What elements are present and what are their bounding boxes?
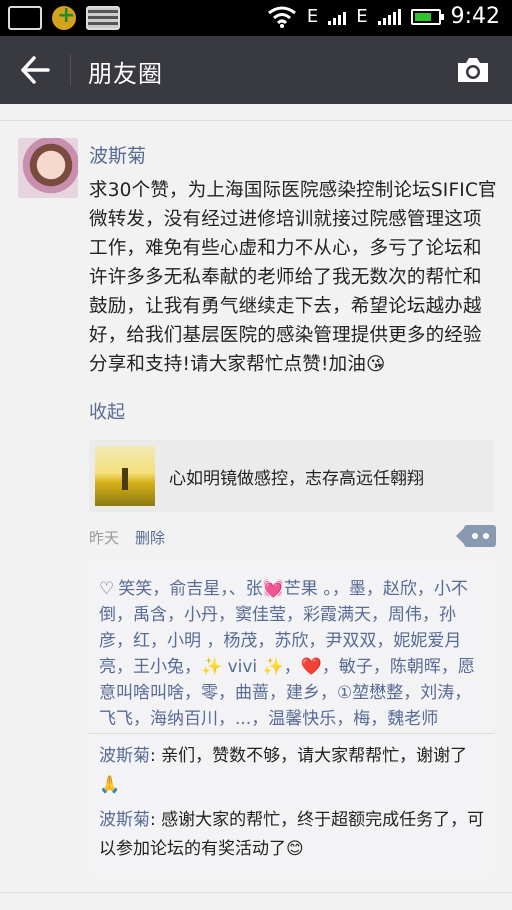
comment-menu-button[interactable] <box>456 525 496 547</box>
feedback-panel: ♡ 笑笑，俞吉星，、张💓芒果 。，墨，赵欣，小不倒，禹含，小丹，窦佳莹，彩霞满天，… <box>89 554 494 876</box>
system-indicators: E E 9:42 <box>267 4 500 29</box>
top-divider <box>0 120 512 121</box>
signal-bars-icon <box>328 9 347 25</box>
wifi-icon <box>267 6 296 28</box>
screenshot-icon <box>8 6 42 30</box>
post-time: 昨天 <box>89 529 120 547</box>
collapse-button[interactable]: 收起 <box>89 398 125 424</box>
comment-author[interactable]: 波斯菊 <box>99 810 150 830</box>
notification-icons <box>8 3 120 30</box>
title-divider <box>70 54 71 86</box>
back-arrow-icon[interactable] <box>20 56 50 84</box>
shared-link-title: 心如明镜做感控，志存高远任翱翔 <box>169 469 424 489</box>
clock: 9:42 <box>450 4 500 29</box>
likes-list: ♡ 笑笑，俞吉星，、张💓芒果 。，墨，赵欣，小不倒，禹含，小丹，窦佳莹，彩霞满天，… <box>99 576 487 732</box>
network-type-label-2: E <box>356 6 368 27</box>
comment-sep: : <box>150 746 162 766</box>
heart-icon: ♡ <box>99 579 115 599</box>
shared-link-card[interactable]: 心如明镜做感控，志存高远任翱翔 <box>89 440 494 512</box>
bottom-divider <box>0 892 512 893</box>
link-thumbnail <box>95 446 155 506</box>
post-text: 求30个赞，为上海国际医院感染控制论坛SIFIC官微转发，没有经过进修培训就接过… <box>89 180 497 375</box>
gallery-icon <box>86 6 120 30</box>
battery-icon <box>410 8 444 25</box>
page-title: 朋友圈 <box>88 60 163 88</box>
comment-item[interactable]: 波斯菊: 感谢大家的帮忙，终于超额完成任务了，可以参加论坛的有奖活动了😊 <box>99 806 487 864</box>
avatar[interactable] <box>18 138 78 198</box>
signal-bars-icon-2 <box>377 8 401 25</box>
network-type-label: E <box>306 6 319 27</box>
likes-divider <box>89 733 494 734</box>
comment-sep: : <box>150 810 162 830</box>
camera-icon[interactable] <box>456 56 490 84</box>
security-app-icon <box>52 3 76 30</box>
dot-icon <box>483 533 489 539</box>
post-author[interactable]: 波斯菊 <box>89 141 146 168</box>
comment-author[interactable]: 波斯菊 <box>99 746 150 766</box>
delete-button[interactable]: 删除 <box>135 527 165 548</box>
status-bar: E E 9:42 <box>0 0 512 36</box>
comment-item[interactable]: 波斯菊: 亲们，赞数不够，请大家帮帮忙，谢谢了🙏 <box>99 742 487 800</box>
dot-icon <box>472 533 478 539</box>
likes-names[interactable]: 笑笑，俞吉星，、张💓芒果 。，墨，赵欣，小不倒，禹含，小丹，窦佳莹，彩霞满天，周… <box>99 579 475 729</box>
title-bar: 朋友圈 <box>0 36 512 104</box>
